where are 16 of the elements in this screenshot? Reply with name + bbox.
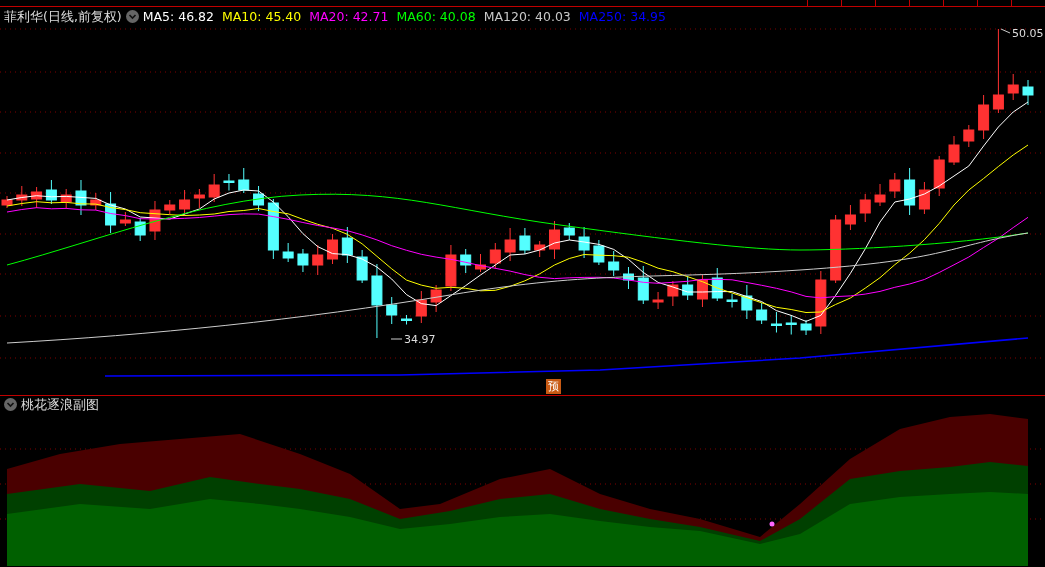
high-price-marker: [1000, 28, 1011, 34]
dropdown-icon[interactable]: [4, 398, 17, 411]
ma-value: MA10: 45.40: [222, 8, 302, 26]
ma-value: MA5: 46.82: [142, 8, 214, 26]
forecast-badge: 预: [546, 379, 561, 394]
high-price-label: 50.05: [1012, 27, 1044, 40]
low-price-marker: [390, 338, 403, 340]
indicator-title: 桃花逐浪副图: [21, 396, 99, 413]
ma-value: MA120: 40.03: [483, 8, 571, 26]
ma-value: MA60: 40.08: [396, 8, 476, 26]
signal-dot: [769, 521, 775, 527]
low-price-label: 34.97: [404, 333, 436, 346]
stock-title: 菲利华(日线,前复权): [4, 8, 122, 26]
dropdown-icon[interactable]: [125, 10, 139, 23]
ma-value: MA250: 34.95: [578, 8, 666, 26]
ma-value: MA20: 42.71: [309, 8, 389, 26]
